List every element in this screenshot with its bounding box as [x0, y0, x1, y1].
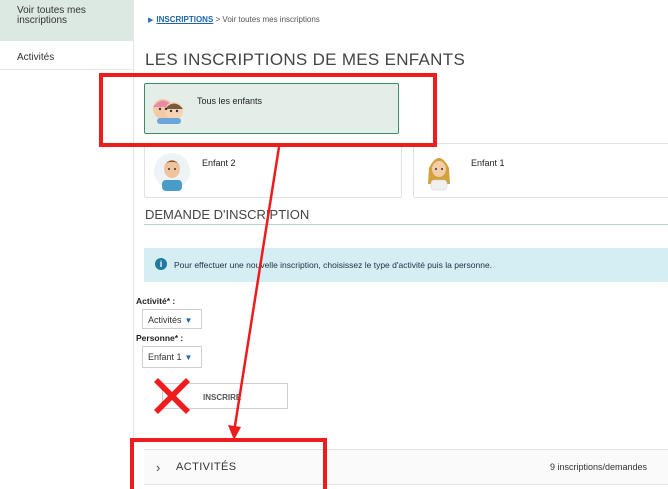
red-arrow-annotation-icon: [228, 146, 281, 440]
